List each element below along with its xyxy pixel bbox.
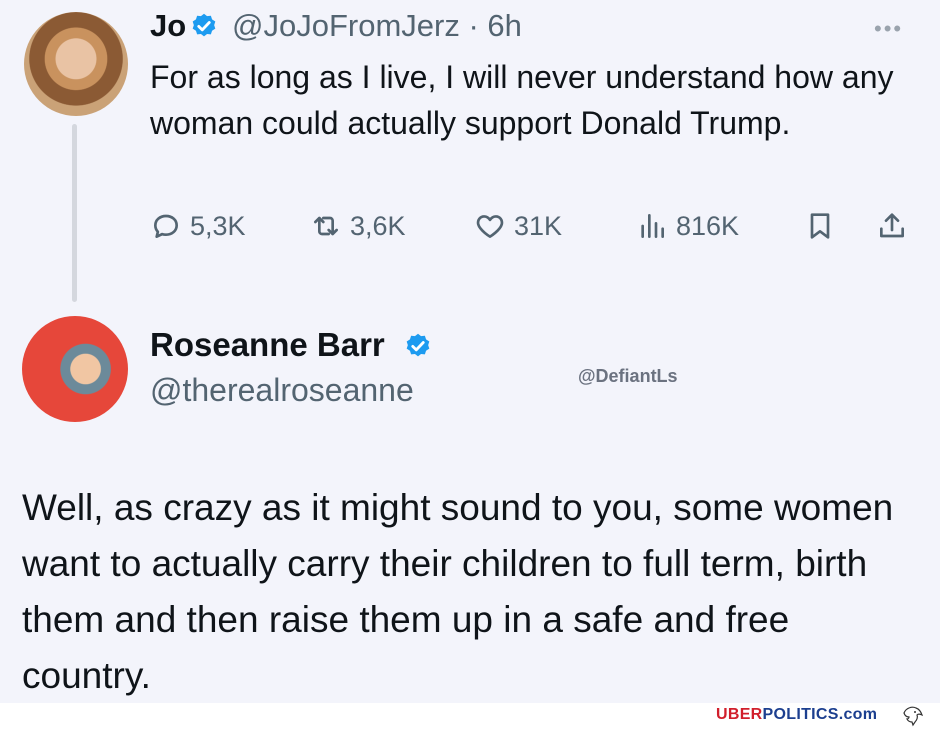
heart-icon [476, 215, 504, 238]
author-name[interactable]: Roseanne Barr [150, 323, 385, 367]
tweet-actions: 5,3K 3,6K 31K 816K [150, 210, 920, 250]
avatar-roseanne[interactable] [22, 316, 128, 422]
retweet-count: 3,6K [350, 210, 406, 241]
like-count: 31K [514, 210, 563, 241]
reply-icon [154, 214, 178, 238]
logo-part-blue: POLITICS [762, 706, 839, 723]
avatar-jo[interactable] [24, 12, 128, 116]
verified-badge-icon [406, 333, 430, 357]
more-options-icon[interactable]: ••• [874, 16, 903, 42]
author-handle[interactable]: @JoJoFromJerz · 6h [232, 6, 522, 46]
eagle-icon [903, 706, 924, 727]
bookmark-button[interactable] [804, 210, 844, 242]
like-button[interactable]: 31K [474, 210, 562, 242]
thread-connector [72, 124, 77, 302]
watermark: @DefiantLs [578, 366, 678, 386]
share-icon [880, 213, 904, 238]
views-button[interactable]: 816K [636, 210, 739, 242]
logo-suffix: .com [838, 706, 878, 723]
reply-button[interactable]: 5,3K [150, 210, 246, 242]
tweet-text: Well, as crazy as it might sound to you,… [22, 487, 894, 696]
site-logo[interactable]: UBERPOLITICS.com [716, 706, 877, 724]
reply-count: 5,3K [190, 210, 246, 241]
share-button[interactable] [876, 210, 916, 242]
author-name[interactable]: Jo [150, 6, 186, 46]
bookmark-icon [810, 213, 830, 239]
verified-badge-icon [192, 13, 216, 37]
retweet-icon [314, 216, 338, 236]
tweet-text: For as long as I live, I will never unde… [150, 59, 894, 141]
retweet-button[interactable]: 3,6K [310, 210, 406, 242]
views-chart-icon [641, 214, 664, 238]
views-count: 816K [676, 210, 740, 241]
author-handle[interactable]: @therealroseanne [150, 368, 414, 412]
logo-part-red: UBER [716, 706, 763, 723]
